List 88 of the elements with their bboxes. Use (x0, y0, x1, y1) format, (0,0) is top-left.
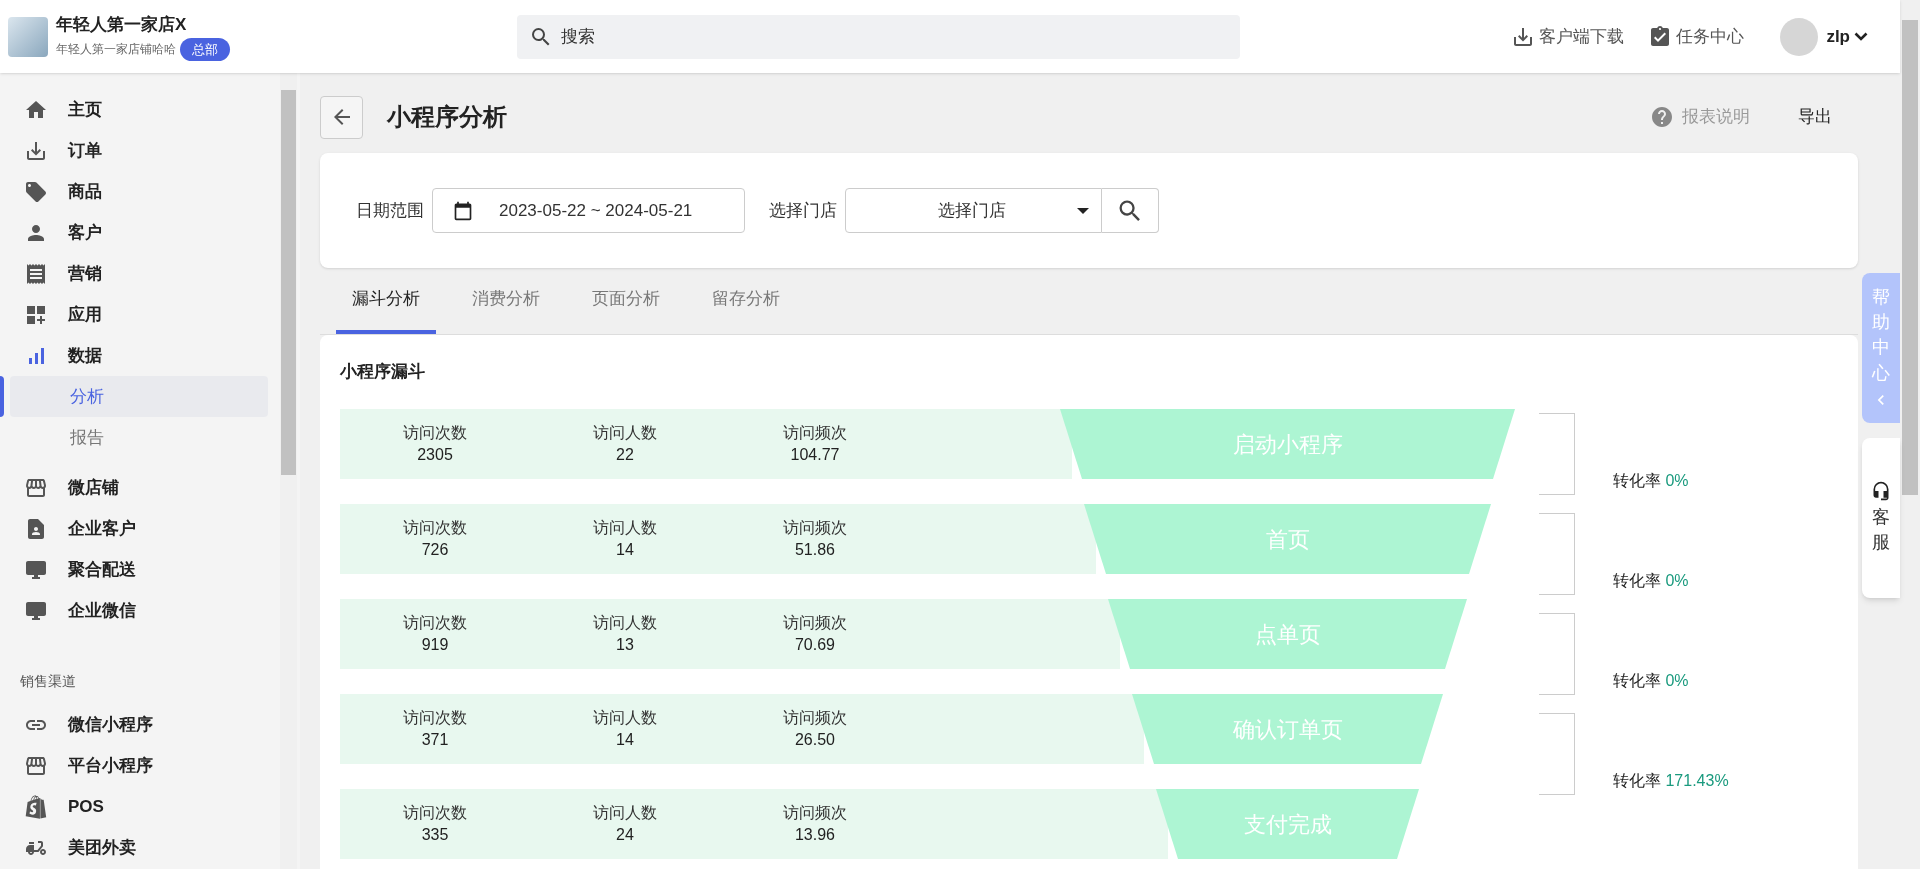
user-menu[interactable]: zlp (1826, 23, 1868, 50)
stat-label: 访问频次 (783, 803, 847, 823)
conversion-rate: 转化率 0% (1613, 571, 1689, 591)
tab[interactable]: 留存分析 (696, 268, 796, 334)
dropdown-caret-icon (1077, 207, 1089, 214)
conversion-rate: 转化率 171.43% (1613, 771, 1729, 791)
funnel-stage: 点单页 (1108, 599, 1467, 669)
stat-label: 访问次数 (403, 803, 467, 823)
sidebar-subitem[interactable]: 分析 (10, 376, 268, 417)
sidebar-item[interactable]: 微店铺 (0, 467, 280, 508)
tab[interactable]: 页面分析 (576, 268, 676, 334)
stat-value: 726 (421, 540, 449, 560)
stat-value: 14 (616, 540, 634, 560)
stat-label: 访问次数 (403, 518, 467, 538)
stat-value: 51.86 (794, 540, 835, 560)
headquarters-badge: 总部 (180, 37, 230, 61)
sidebar-item[interactable]: 营销 (0, 253, 280, 294)
receipt-icon (24, 261, 48, 286)
calendar-icon (453, 200, 473, 221)
stat-value: 13.96 (794, 825, 835, 845)
sidebar-item[interactable]: 主页 (0, 89, 280, 130)
store-select[interactable]: 选择门店 (845, 188, 1102, 233)
stat-label: 访问人数 (593, 518, 657, 538)
sidebar-subitem[interactable]: 报告 (10, 417, 268, 458)
customer-service-button[interactable]: 客服 (1862, 438, 1900, 598)
sidebar-item[interactable]: 企业客户 (0, 508, 280, 549)
help-icon (1650, 105, 1674, 129)
logo-picture (8, 16, 48, 57)
sidebar-item[interactable]: 美团外卖 (0, 827, 280, 868)
stat-value: 2305 (417, 445, 453, 465)
shopping-bag-icon (24, 794, 48, 819)
funnel-stage: 首页 (1084, 504, 1491, 574)
search-field[interactable]: 搜索 (517, 14, 1240, 59)
sidebar-item[interactable]: 应用 (0, 294, 280, 335)
tag-icon (24, 179, 48, 204)
stat-label: 访问人数 (593, 708, 657, 728)
funnel-stage: 确认订单页 (1132, 694, 1443, 764)
search-button[interactable] (1102, 188, 1159, 233)
sidebar-item[interactable]: 平台小程序 (0, 745, 280, 786)
funnel-title: 小程序漏斗 (340, 361, 426, 383)
conversion-rate: 转化率 0% (1613, 471, 1689, 491)
stat-value: 335 (421, 825, 449, 845)
sidebar-item[interactable]: 企业微信 (0, 590, 280, 631)
client-download-link[interactable]: 客户端下载 (1511, 23, 1625, 50)
store-subtitle: 年轻人第一家店铺哈哈 (56, 41, 176, 59)
task-center-link[interactable]: 任务中心 (1648, 23, 1745, 50)
chevron-down-icon (1854, 32, 1868, 41)
date-range-field[interactable]: 2023-05-22 ~ 2024-05-21 (432, 188, 745, 233)
sidebar-item[interactable]: 聚合配送 (0, 549, 280, 590)
stat-label: 访问频次 (783, 613, 847, 633)
sidebar-scrollbar[interactable] (280, 73, 297, 869)
date-range-label: 日期范围 (356, 199, 424, 222)
stat-value: 26.50 (794, 730, 835, 750)
sidebar-item[interactable]: 数据 (0, 335, 280, 376)
stat-value: 70.69 (794, 635, 835, 655)
headset-icon (1871, 480, 1891, 501)
funnel-stage: 启动小程序 (1060, 409, 1515, 479)
stat-value: 14 (616, 730, 634, 750)
export-button[interactable]: 导出 (1798, 104, 1832, 130)
stat-label: 访问次数 (403, 613, 467, 633)
sidebar-item[interactable]: 微信小程序 (0, 704, 280, 745)
section-heading: 销售渠道 (19, 672, 77, 691)
store-label: 选择门店 (769, 199, 837, 222)
page-title: 小程序分析 (387, 102, 507, 132)
stat-value: 919 (421, 635, 449, 655)
stat-label: 访问频次 (783, 518, 847, 538)
tab[interactable]: 消费分析 (456, 268, 556, 334)
stat-label: 访问人数 (593, 423, 657, 443)
sidebar-item[interactable]: 客户 (0, 212, 280, 253)
avatar[interactable] (1780, 17, 1819, 56)
stat-value: 24 (616, 825, 634, 845)
store-name: 年轻人第一家店X (56, 14, 188, 36)
sidebar-item[interactable]: POS (0, 786, 280, 827)
conversion-rate: 转化率 0% (1613, 671, 1689, 691)
funnel-stage: 支付完成 (1156, 789, 1419, 859)
stat-label: 访问频次 (783, 708, 847, 728)
sidebar-item[interactable]: 商品 (0, 171, 280, 212)
back-button[interactable] (320, 95, 363, 139)
sidebar-item[interactable]: 订单 (0, 130, 280, 171)
stat-label: 访问次数 (403, 423, 467, 443)
stat-label: 访问人数 (593, 613, 657, 633)
stat-value: 104.77 (790, 445, 840, 465)
stat-label: 访问频次 (783, 423, 847, 443)
stat-value: 22 (616, 445, 634, 465)
stat-label: 访问人数 (593, 803, 657, 823)
stat-label: 访问次数 (403, 708, 467, 728)
stat-value: 13 (616, 635, 634, 655)
stat-value: 371 (421, 730, 449, 750)
